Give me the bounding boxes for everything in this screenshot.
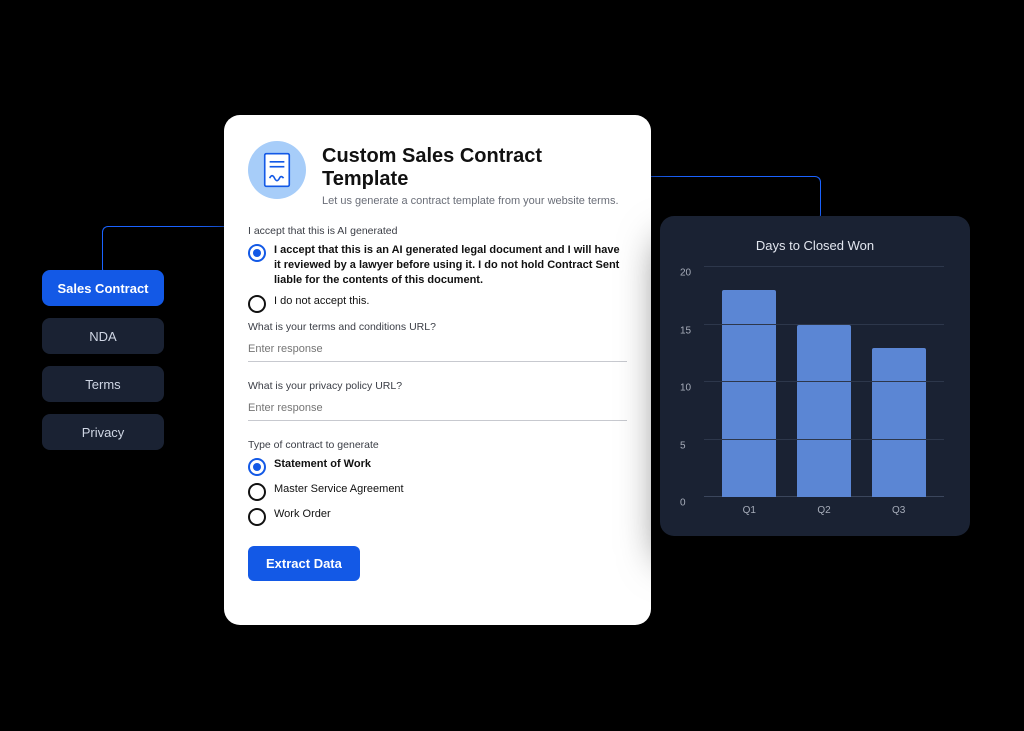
chart-bar [722,290,776,497]
chart-gridline [704,324,944,325]
card-title: Custom Sales Contract Template [322,145,627,191]
connector-left [102,226,233,275]
contract-type-sow[interactable]: Statement of Work [248,457,627,476]
contract-type-msa[interactable]: Master Service Agreement [248,482,627,501]
chart-y-tick: 10 [680,383,691,394]
sidebar-item-sales-contract[interactable]: Sales Contract [42,270,164,306]
radio-icon [248,508,266,526]
radio-icon [248,244,266,262]
chart-y-tick: 5 [680,440,686,451]
chart-y-tick: 20 [680,268,691,279]
contract-type-label: Type of contract to generate [248,439,627,451]
radio-label: Statement of Work [274,457,371,472]
document-signature-icon [248,141,306,199]
chart-bars [712,267,936,497]
radio-label: Work Order [274,507,331,522]
radio-label: I accept that this is an AI generated le… [274,243,627,288]
extract-data-button[interactable]: Extract Data [248,546,360,581]
radio-icon [248,458,266,476]
ai-accept-option[interactable]: I accept that this is an AI generated le… [248,243,627,288]
chart-y-tick: 15 [680,325,691,336]
connector-right [640,176,821,221]
chart-plot-area: 05101520 [704,267,944,497]
terms-url-label: What is your terms and conditions URL? [248,321,627,333]
chart-x-tick: Q2 [817,505,830,516]
contract-type-wo[interactable]: Work Order [248,507,627,526]
chart-bar [872,348,926,498]
chart-y-tick: 0 [680,498,686,509]
chart-gridline [704,266,944,267]
ai-accept-label: I accept that this is AI generated [248,225,627,237]
chart-gridline [704,381,944,382]
chart-title: Days to Closed Won [680,238,950,253]
chart-gridline [704,439,944,440]
chart-x-tick: Q3 [892,505,905,516]
form-card: Custom Sales Contract Template Let us ge… [224,115,651,625]
chart-card: Days to Closed Won 05101520 Q1Q2Q3 [660,216,970,536]
chart-bar [797,325,851,498]
chart-x-tick: Q1 [743,505,756,516]
sidebar-item-label: Privacy [82,425,125,440]
radio-icon [248,483,266,501]
privacy-url-label: What is your privacy policy URL? [248,380,627,392]
card-header: Custom Sales Contract Template Let us ge… [248,141,627,207]
radio-icon [248,295,266,313]
ai-reject-option[interactable]: I do not accept this. [248,294,627,313]
chart-x-labels: Q1 Q2 Q3 [712,505,936,516]
radio-label: Master Service Agreement [274,482,404,497]
sidebar-item-privacy[interactable]: Privacy [42,414,164,450]
sidebar-item-label: Sales Contract [57,281,148,296]
sidebar-item-nda[interactable]: NDA [42,318,164,354]
radio-label: I do not accept this. [274,294,369,309]
sidebar-item-label: Terms [85,377,120,392]
sidebar-item-label: NDA [89,329,116,344]
sidebar-item-terms[interactable]: Terms [42,366,164,402]
terms-url-input[interactable] [248,339,627,362]
card-subtitle: Let us generate a contract template from… [322,195,627,207]
sidebar: Sales Contract NDA Terms Privacy [42,270,164,450]
privacy-url-input[interactable] [248,398,627,421]
